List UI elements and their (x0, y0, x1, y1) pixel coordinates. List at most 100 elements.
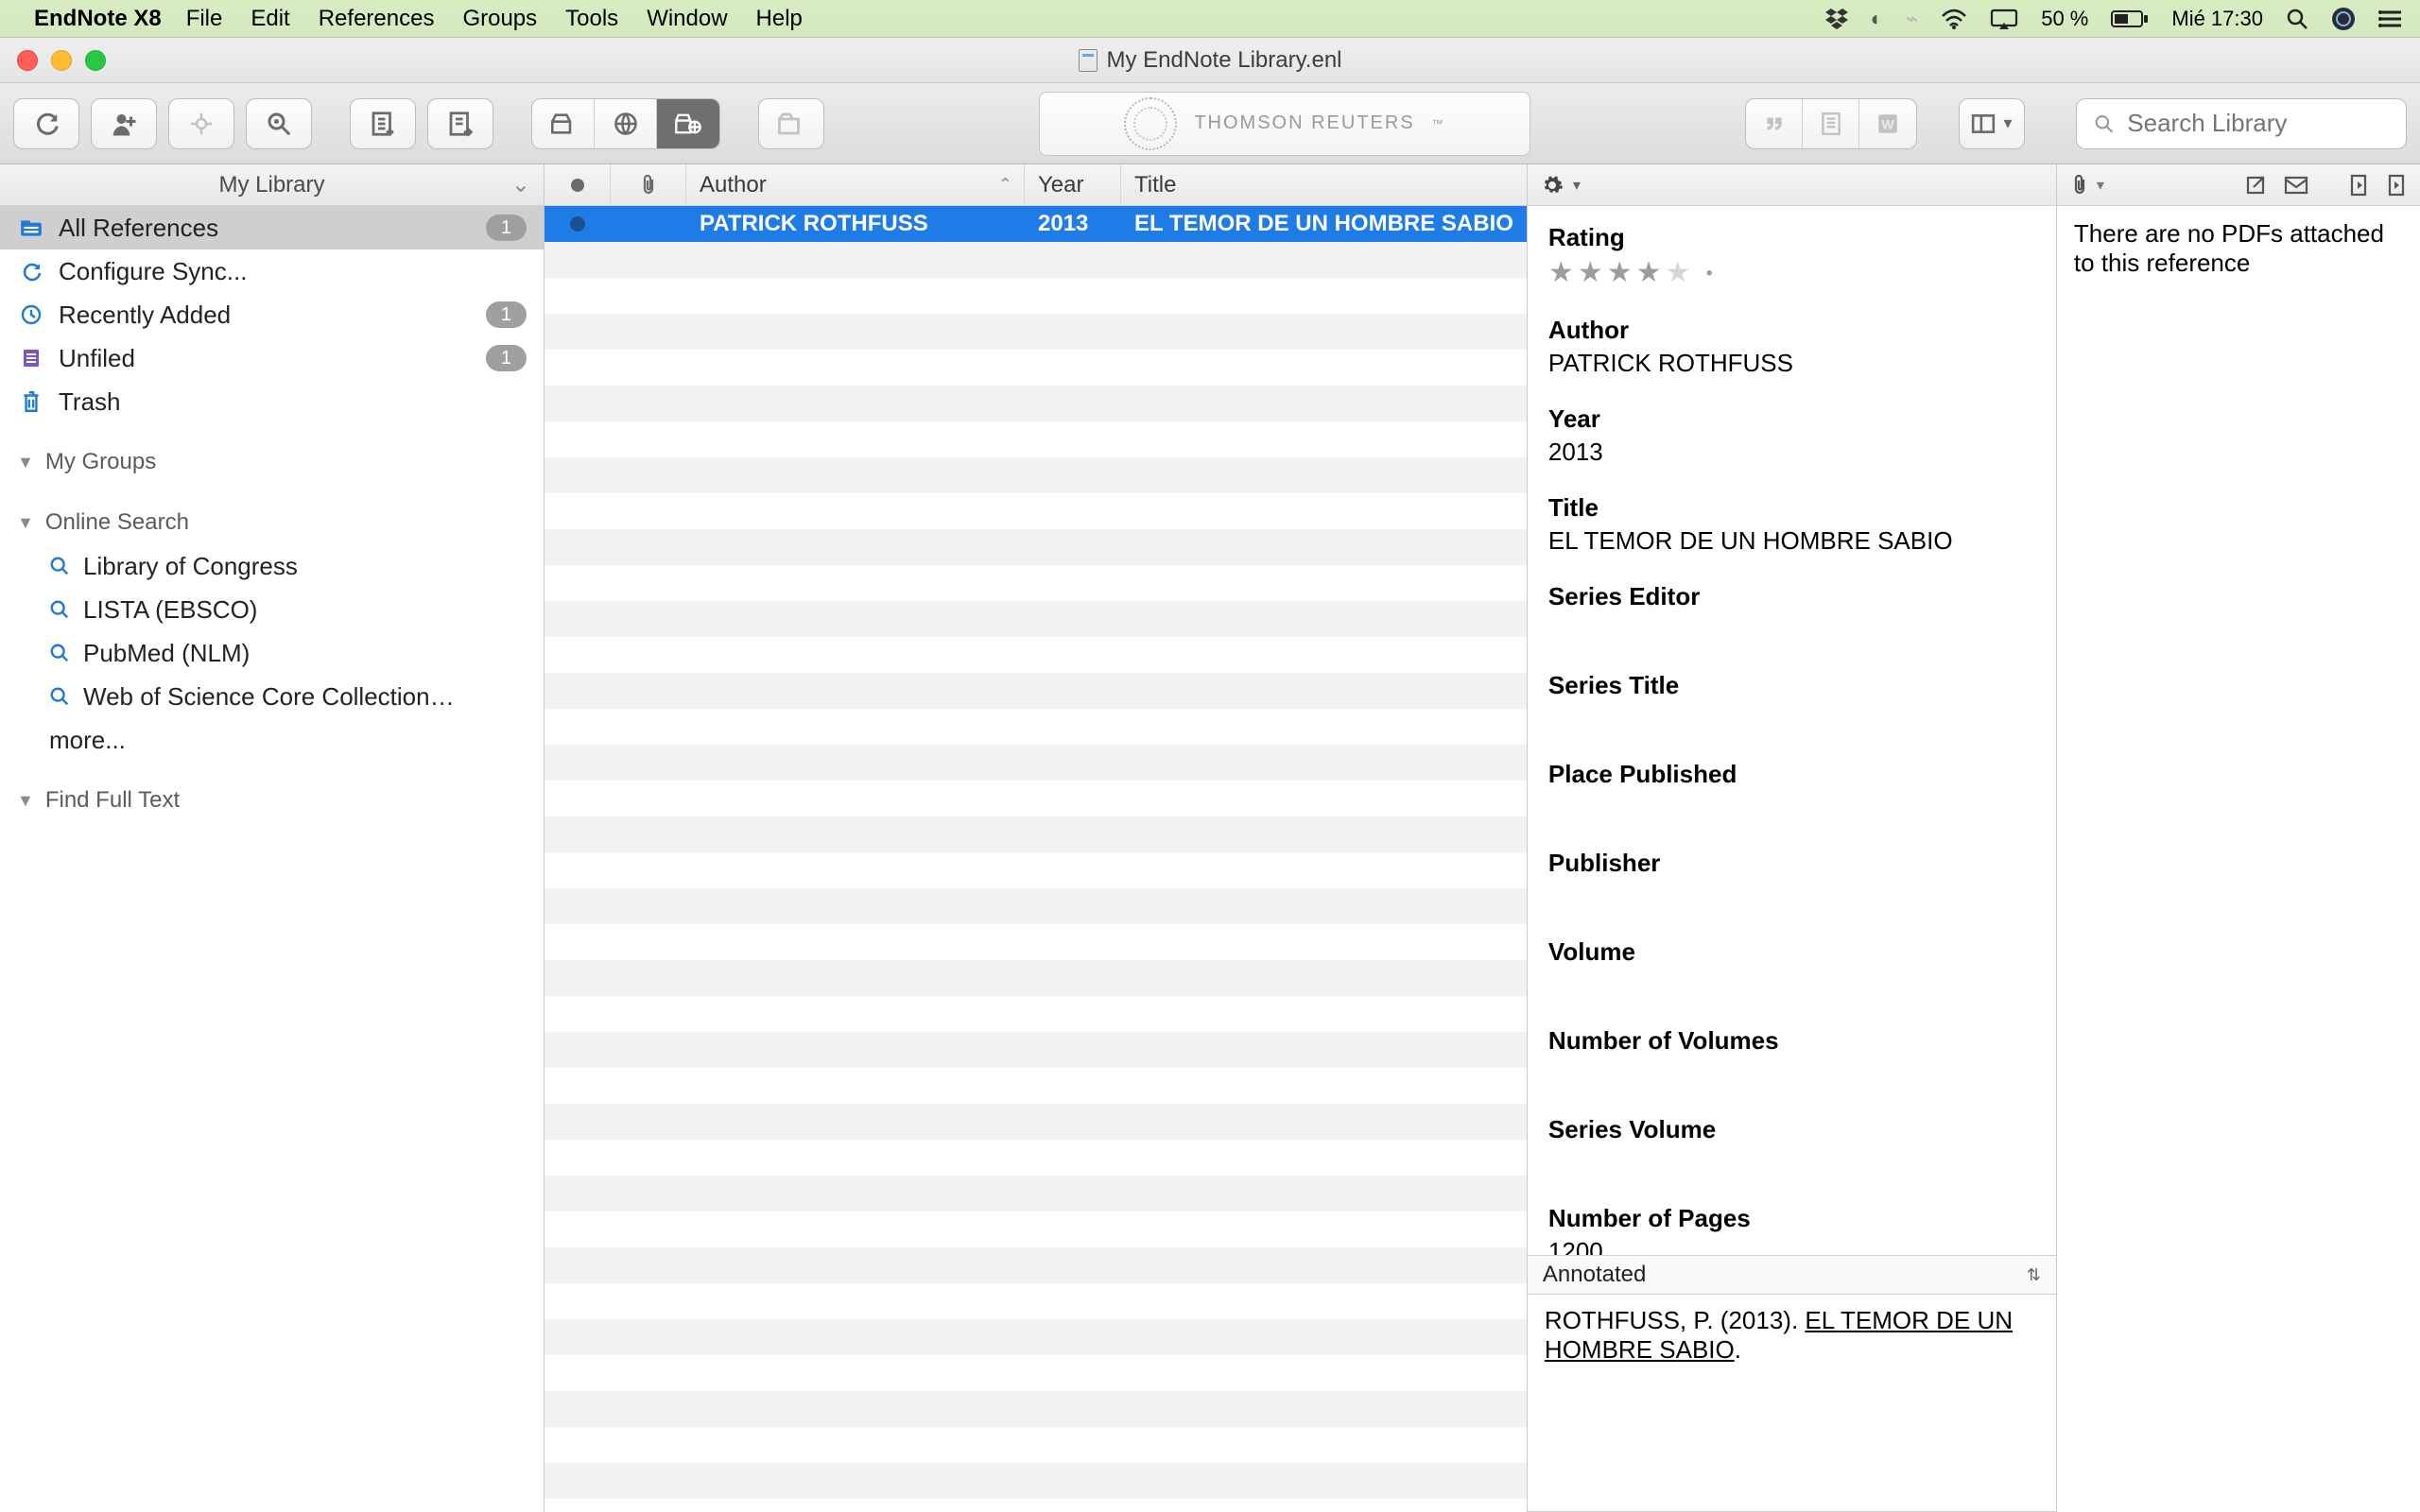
capture-button[interactable] (168, 98, 234, 149)
col-label: Author (700, 172, 767, 198)
clock[interactable]: Mié 17:30 (2171, 7, 2263, 31)
menu-tools[interactable]: Tools (565, 6, 618, 32)
find-fulltext-button[interactable] (246, 98, 312, 149)
reuters-label: THOMSON REUTERS (1194, 112, 1414, 134)
sidebar-group-mygroups[interactable]: ▼ My Groups (0, 440, 544, 484)
menu-window[interactable]: Window (647, 6, 727, 32)
app-name[interactable]: EndNote X8 (34, 6, 162, 32)
prev-attachment-icon[interactable] (2348, 173, 2369, 198)
mac-menubar: EndNote X8 File Edit References Groups T… (0, 0, 2420, 38)
field-value-year[interactable]: 2013 (1548, 438, 2035, 467)
field-value-place-published[interactable] (1548, 793, 2035, 822)
row-year: 2013 (1025, 211, 1121, 237)
mode-integrated[interactable] (657, 99, 719, 148)
go-to-word[interactable]: W (1859, 99, 1916, 148)
online-source-pubmed[interactable]: PubMed (NLM) (0, 631, 544, 675)
col-year[interactable]: Year (1025, 164, 1121, 205)
online-source-lista[interactable]: LISTA (EBSCO) (0, 588, 544, 631)
field-label-publisher: Publisher (1548, 849, 2035, 878)
close-window-button[interactable] (17, 50, 38, 71)
mode-local[interactable] (532, 99, 595, 148)
col-author[interactable]: Author ⌃ (686, 164, 1025, 205)
mode-online[interactable] (595, 99, 657, 148)
reference-row[interactable]: PATRICK ROTHFUSS 2013 EL TEMOR DE UN HOM… (544, 206, 1527, 242)
export-button[interactable] (427, 98, 493, 149)
battery-icon[interactable] (2111, 9, 2149, 28)
field-value-title[interactable]: EL TEMOR DE UN HOMBRE SABIO (1548, 526, 2035, 556)
sidebar-item-unfiled[interactable]: Unfiled 1 (0, 336, 544, 380)
count-badge: 1 (486, 215, 527, 241)
online-source-more[interactable]: more... (0, 718, 544, 762)
new-reference-button[interactable] (350, 98, 416, 149)
field-value-num-volumes[interactable] (1548, 1059, 2035, 1089)
creative-cloud-icon[interactable]: ◐ (1871, 7, 1883, 31)
field-value-author[interactable]: PATRICK ROTHFUSS (1548, 349, 2035, 378)
gear-icon[interactable] (1541, 174, 1564, 197)
field-value-volume[interactable] (1548, 971, 2035, 1000)
sidebar-item-recently-added[interactable]: Recently Added 1 (0, 293, 544, 336)
menu-groups[interactable]: Groups (462, 6, 537, 32)
sidebar-item-label: more... (49, 726, 126, 755)
minimize-window-button[interactable] (51, 50, 72, 71)
col-read[interactable] (544, 164, 611, 205)
search-library[interactable] (2076, 98, 2407, 149)
chevron-down-icon[interactable]: ▾ (2097, 176, 2104, 195)
chevron-down-icon[interactable]: ▾ (1573, 176, 1581, 195)
sidebar-group-online[interactable]: ▼ Online Search (0, 501, 544, 544)
open-file-button[interactable] (758, 98, 824, 149)
format-bibliography[interactable] (1803, 99, 1859, 148)
reference-list-header: Author ⌃ Year Title (544, 164, 1527, 206)
field-value-num-pages[interactable]: 1200 (1548, 1237, 2035, 1255)
next-attachment-icon[interactable] (2386, 173, 2407, 198)
field-value-series-volume[interactable] (1548, 1148, 2035, 1177)
field-value-series-title[interactable] (1548, 704, 2035, 733)
col-title[interactable]: Title (1121, 164, 1527, 205)
sync-button[interactable] (13, 98, 79, 149)
notification-center-icon[interactable] (2378, 9, 2403, 29)
share-button[interactable] (91, 98, 157, 149)
attachments-header: ▾ (2057, 164, 2420, 206)
menu-file[interactable]: File (186, 6, 223, 32)
sidebar-item-label: Web of Science Core Collection… (83, 682, 455, 712)
sidebar-item-label: Trash (59, 387, 121, 417)
spotlight-icon[interactable] (2286, 8, 2308, 30)
search-input[interactable] (2127, 109, 2389, 138)
layout-button[interactable]: ▾ (1959, 98, 2025, 149)
reference-detail-panel: ▾ Rating ★★★★★ • Author PATRICK ROTHFUSS… (1528, 164, 2057, 1512)
sidebar-group-fft[interactable]: ▼ Find Full Text (0, 779, 544, 822)
dropbox-icon[interactable] (1825, 9, 1848, 29)
folder-icon (17, 217, 45, 238)
sidebar-item-trash[interactable]: Trash (0, 380, 544, 423)
menu-help[interactable]: Help (756, 6, 803, 32)
menu-references[interactable]: References (319, 6, 435, 32)
sidebar-item-configure-sync[interactable]: Configure Sync... (0, 249, 544, 293)
citation-suffix: . (1735, 1335, 1741, 1364)
unread-dot-icon (570, 216, 585, 232)
count-badge: 1 (486, 345, 527, 371)
row-stripes (544, 206, 1527, 1512)
sidebar-group-label: Find Full Text (45, 787, 180, 814)
menu-edit[interactable]: Edit (251, 6, 289, 32)
online-source-wos[interactable]: Web of Science Core Collection… (0, 675, 544, 718)
wifi-icon[interactable] (1941, 9, 1967, 29)
insert-citation-segmented[interactable]: W (1745, 98, 1917, 149)
mode-segmented[interactable] (531, 98, 720, 149)
col-attachment[interactable] (611, 164, 686, 205)
siri-icon[interactable] (2331, 7, 2356, 31)
paperclip-icon[interactable] (2070, 174, 2089, 197)
sidebar-header[interactable]: My Library ⌄ (0, 164, 544, 206)
zoom-window-button[interactable] (85, 50, 106, 71)
airplay-icon[interactable] (1990, 9, 2018, 29)
citation-style-select[interactable]: Annotated ⇅ (1528, 1255, 2056, 1295)
bluetooth-icon[interactable]: ⌁ (1906, 7, 1918, 31)
field-label-series-title: Series Title (1548, 671, 2035, 700)
field-value-series-editor[interactable] (1548, 615, 2035, 644)
sidebar-item-all-references[interactable]: All References 1 (0, 206, 544, 249)
email-icon[interactable] (2284, 176, 2308, 195)
sidebar-item-label: Configure Sync... (59, 257, 247, 286)
field-value-publisher[interactable] (1548, 882, 2035, 911)
insert-citation[interactable] (1746, 99, 1803, 148)
online-source-loc[interactable]: Library of Congress (0, 544, 544, 588)
open-external-icon[interactable] (2244, 174, 2267, 197)
rating-stars[interactable]: ★★★★★ • (1548, 256, 2035, 289)
